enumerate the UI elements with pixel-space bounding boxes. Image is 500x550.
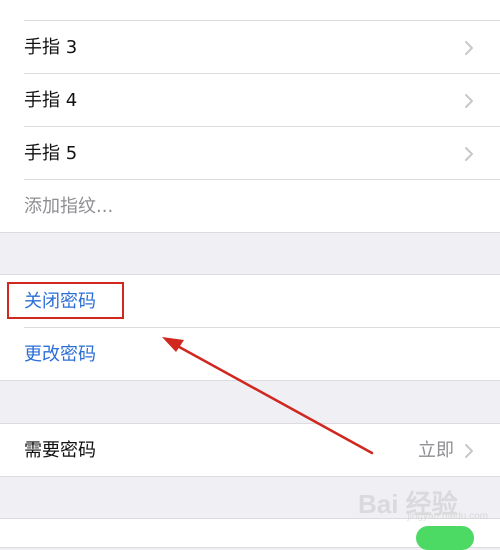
chevron-right-icon	[465, 444, 473, 458]
chevron-right-icon	[465, 94, 473, 108]
chevron-right-icon	[465, 41, 473, 55]
require-passcode-group: 需要密码 立即	[0, 423, 500, 477]
add-fingerprint-label: 添加指纹...	[24, 196, 114, 217]
chevron-right-icon	[465, 147, 473, 161]
fingerprint-group: 手指 3 手指 4 手指 5 添加指纹...	[0, 0, 500, 233]
require-passcode-row[interactable]: 需要密码 立即	[0, 424, 500, 477]
toggle-switch[interactable]	[416, 526, 474, 550]
finger-5-label: 手指 5	[24, 143, 78, 164]
baidu-watermark: Bai 经验 jingyan.baidu.com	[358, 482, 488, 522]
require-passcode-label: 需要密码	[24, 440, 96, 461]
change-passcode-row[interactable]: 更改密码	[0, 328, 500, 381]
add-fingerprint-row[interactable]: 添加指纹...	[0, 180, 500, 233]
fingerprint-row-partial[interactable]	[0, 0, 500, 21]
require-passcode-value: 立即	[418, 440, 454, 461]
annotation-highlight-box	[7, 282, 124, 319]
finger-4-label: 手指 4	[24, 90, 78, 111]
finger-3-label: 手指 3	[24, 37, 78, 58]
finger-3-row[interactable]: 手指 3	[0, 21, 500, 74]
watermark-url: jingyan.baidu.com	[407, 511, 488, 522]
change-passcode-label: 更改密码	[24, 344, 96, 365]
finger-5-row[interactable]: 手指 5	[0, 127, 500, 180]
finger-4-row[interactable]: 手指 4	[0, 74, 500, 127]
